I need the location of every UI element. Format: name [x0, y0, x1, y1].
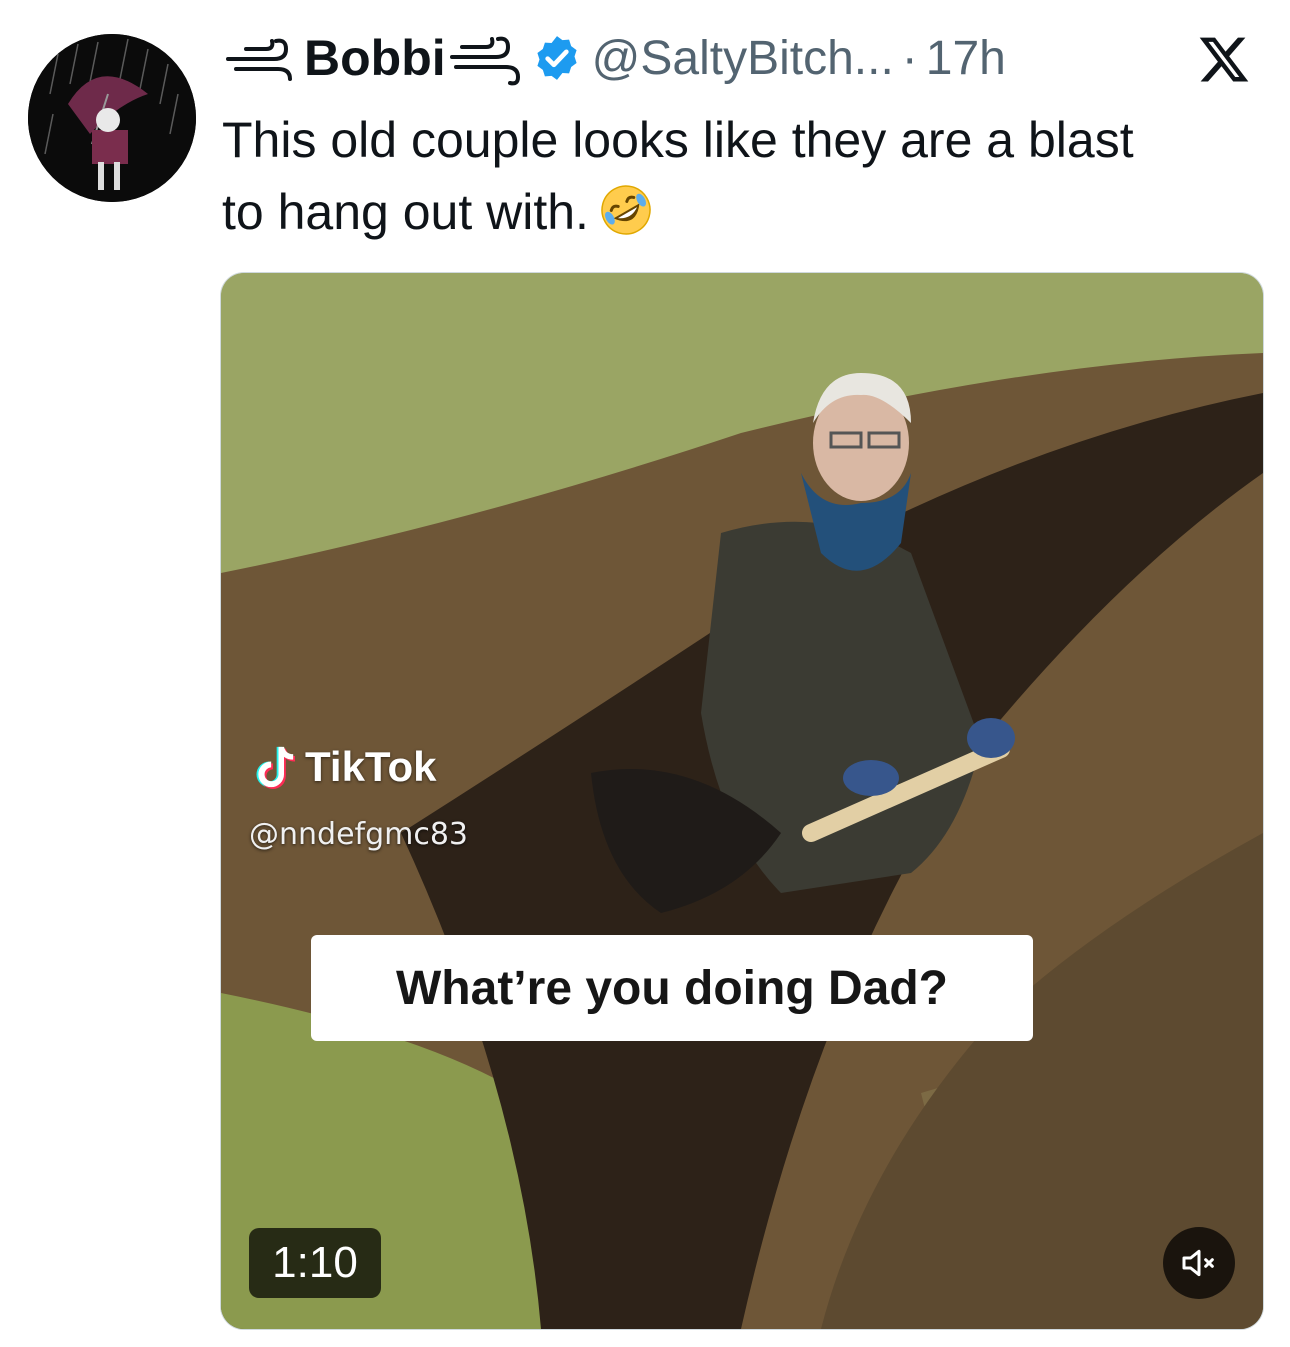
tweet-header: Bobbi @SaltyBitch... · 17h [222, 22, 1272, 94]
rolling-on-floor-laughing-emoji-icon [599, 183, 653, 237]
video-player[interactable]: TikTok @nndefgmc83 What’re you doing Dad… [220, 272, 1264, 1330]
wind-left-icon [222, 29, 304, 87]
tweet-text-line-2: to hang out with. [222, 176, 1272, 248]
tweet-text: This old couple looks like they are a bl… [222, 104, 1272, 248]
display-name[interactable]: Bobbi [304, 29, 446, 87]
video-caption: What’re you doing Dad? [311, 935, 1033, 1041]
tiktok-handle: @nndefgmc83 [249, 817, 469, 852]
verified-badge-icon[interactable] [532, 33, 582, 83]
user-handle[interactable]: @SaltyBitch... [592, 31, 894, 86]
avatar[interactable] [28, 34, 196, 202]
tiktok-logo-icon [256, 746, 295, 789]
timestamp[interactable]: 17h [926, 31, 1006, 86]
x-logo-icon[interactable] [1196, 32, 1252, 86]
video-frame [221, 273, 1263, 1329]
tweet-text-line-1: This old couple looks like they are a bl… [222, 112, 1134, 168]
volume-muted-icon[interactable] [1163, 1227, 1235, 1299]
wind-right-icon [446, 29, 528, 87]
tiktok-watermark: TikTok [251, 743, 436, 791]
avatar-image [28, 34, 196, 202]
tiktok-brand: TikTok [305, 743, 437, 790]
video-duration: 1:10 [249, 1228, 381, 1298]
separator-dot: · [901, 31, 918, 85]
tweet-text-line-2-text: to hang out with. [222, 184, 589, 240]
